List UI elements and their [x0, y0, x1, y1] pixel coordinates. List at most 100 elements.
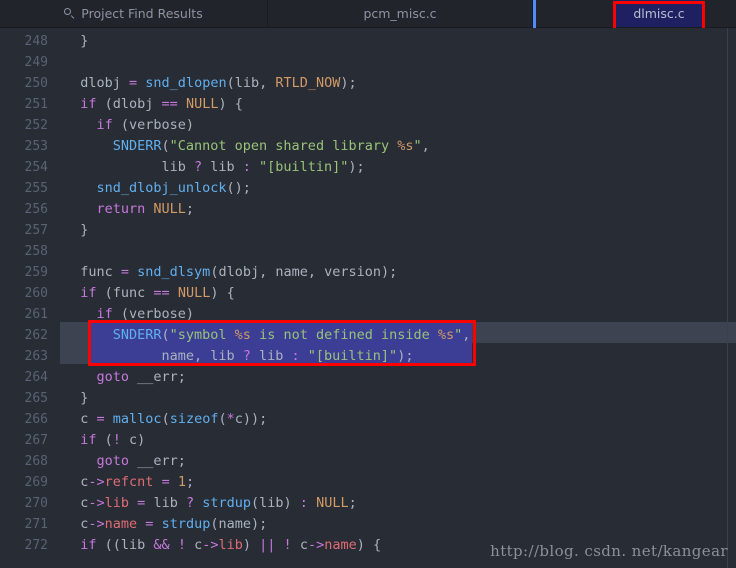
- code-token: (verbose): [112, 306, 195, 322]
- line-number: 260: [24, 286, 48, 301]
- line-number: 264: [24, 370, 48, 385]
- code-line[interactable]: 271 c->name = strdup(name);: [0, 514, 736, 535]
- code-line[interactable]: 260 if (func == NULL) {: [0, 283, 736, 304]
- code-token: return: [96, 201, 146, 217]
- code-token: =: [161, 474, 170, 490]
- code-text: if ((lib && ! c->lib) || ! c->name) {: [80, 535, 381, 556]
- code-line[interactable]: 266 c = malloc(sizeof(*c));: [0, 409, 736, 430]
- line-number: 262: [24, 328, 48, 343]
- code-text: goto __err;: [96, 451, 185, 472]
- line-number: 250: [24, 76, 48, 91]
- line-number: 266: [24, 412, 48, 427]
- code-line[interactable]: 261 if (verbose): [0, 304, 736, 325]
- code-line[interactable]: 248}: [0, 31, 736, 52]
- code-token: sizeof: [169, 411, 219, 427]
- code-line[interactable]: 265}: [0, 388, 736, 409]
- code-token: "[builtin]": [259, 159, 349, 175]
- code-line[interactable]: 258: [0, 241, 736, 262]
- tab-project-find-results[interactable]: Project Find Results: [0, 0, 268, 27]
- code-line[interactable]: 254 lib ? lib : "[builtin]");: [0, 157, 736, 178]
- code-line[interactable]: 259 func = snd_dlsym(dlobj, name, version…: [0, 262, 736, 283]
- line-number: 259: [24, 265, 48, 280]
- code-token: lib: [145, 495, 186, 511]
- code-text: if (func == NULL) {: [80, 283, 234, 304]
- code-token: if: [80, 432, 97, 448]
- code-token: ): [242, 537, 260, 553]
- code-line[interactable]: 267 if (! c): [0, 430, 736, 451]
- code-token: (lib): [251, 495, 300, 511]
- code-line[interactable]: 257}: [0, 220, 736, 241]
- code-line[interactable]: 256 return NULL;: [0, 199, 736, 220]
- code-line[interactable]: 255 snd_dlobj_unlock();: [0, 178, 736, 199]
- tab-bar: Project Find Results pcm_misc.c dlmisc.c: [0, 0, 736, 28]
- tab-pcm-misc-c[interactable]: pcm_misc.c: [268, 0, 533, 27]
- code-token: c: [291, 537, 308, 553]
- line-number: 248: [24, 34, 48, 49]
- tab-label: dlmisc.c: [633, 6, 685, 21]
- code-line[interactable]: 264 goto __err;: [0, 367, 736, 388]
- code-token: :: [242, 159, 251, 175]
- code-token: &&: [153, 537, 170, 553]
- code-token: ) {: [356, 537, 382, 553]
- tab-bar-cursor-indicator: [533, 0, 536, 28]
- code-line[interactable]: 253 SNDERR("Cannot open shared library %s…: [0, 136, 736, 157]
- code-token: ) {: [210, 285, 235, 301]
- code-token: );: [397, 348, 414, 364]
- code-token: ((lib: [96, 537, 154, 553]
- code-token: SNDERR: [112, 138, 162, 154]
- code-token: __err;: [128, 453, 186, 469]
- code-token: __err;: [128, 369, 186, 385]
- code-line[interactable]: 251 if (dlobj == NULL) {: [0, 94, 736, 115]
- code-token: =: [120, 264, 130, 280]
- line-number: 261: [24, 307, 48, 322]
- code-line[interactable]: 252 if (verbose): [0, 115, 736, 136]
- code-line[interactable]: 263 name, lib ? lib : "[builtin]");: [0, 346, 736, 367]
- code-token: }: [80, 33, 89, 49]
- code-text: name, lib ? lib : "[builtin]");: [161, 346, 413, 367]
- code-token: if: [96, 306, 113, 322]
- line-number: 254: [24, 160, 48, 175]
- code-token: ": [413, 138, 422, 154]
- code-text: c->name = strdup(name);: [80, 514, 267, 535]
- code-token: snd_dlsym: [137, 264, 211, 280]
- code-text: if (! c): [80, 430, 145, 451]
- code-line[interactable]: 268 goto __err;: [0, 451, 736, 472]
- code-line[interactable]: 269 c->refcnt = 1;: [0, 472, 736, 493]
- code-token: ,: [462, 327, 471, 343]
- code-token: !: [112, 432, 121, 448]
- code-line[interactable]: 250 dlobj = snd_dlopen(lib, RTLD_NOW);: [0, 73, 736, 94]
- code-line[interactable]: 262 SNDERR("symbol %s is not defined insi…: [0, 325, 736, 346]
- code-line[interactable]: 270 c->lib = lib ? strdup(lib) : NULL;: [0, 493, 736, 514]
- code-token: *: [226, 411, 235, 427]
- code-token: ||: [259, 537, 276, 553]
- line-number: 252: [24, 118, 48, 133]
- code-text: }: [80, 220, 88, 241]
- code-token: }: [80, 390, 89, 406]
- line-number: 272: [24, 538, 48, 553]
- line-number: 270: [24, 496, 48, 511]
- code-line[interactable]: 249: [0, 52, 736, 73]
- code-token: (dlobj: [96, 96, 162, 112]
- line-number: 256: [24, 202, 48, 217]
- code-token: if: [80, 285, 97, 301]
- tab-dlmisc-c[interactable]: dlmisc.c: [616, 0, 702, 27]
- code-token: (: [161, 327, 170, 343]
- code-token: ?: [185, 495, 195, 511]
- code-token: (: [96, 432, 113, 448]
- code-token: ->: [307, 537, 325, 553]
- code-token: strdup: [202, 495, 252, 511]
- line-number: 268: [24, 454, 48, 469]
- code-token: if: [96, 117, 113, 133]
- code-token: ) {: [218, 96, 243, 112]
- code-token: );: [340, 75, 357, 91]
- code-token: =: [96, 411, 105, 427]
- code-editor[interactable]: 248} 249 250 dlobj = snd_dlopen(lib, RTLD_N…: [0, 28, 736, 568]
